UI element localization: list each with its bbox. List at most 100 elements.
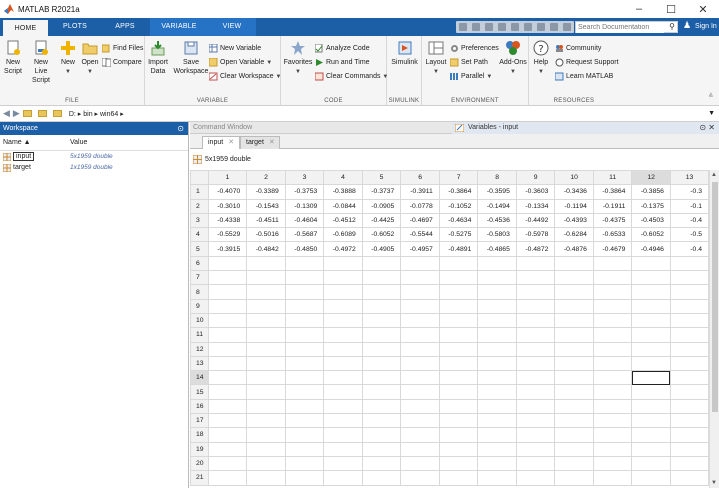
grid-cell[interactable] [400,298,440,314]
grid-cell[interactable] [361,427,402,443]
grid-cell[interactable] [361,284,402,300]
grid-cell[interactable] [554,427,594,443]
name-column-header[interactable]: Name ▲ [0,139,70,146]
row-header[interactable]: 21 [190,470,209,486]
row-header[interactable]: 4 [190,227,209,243]
clear-workspace-button[interactable]: Clear Workspace ▼ [209,72,281,81]
grid-cell[interactable] [246,284,286,300]
grid-cell[interactable] [515,270,556,286]
grid-cell[interactable] [207,284,248,300]
grid-cell[interactable] [554,284,594,300]
grid-cell[interactable] [477,441,517,457]
grid-cell[interactable] [669,312,709,329]
column-header[interactable]: 6 [400,170,440,186]
grid-cell[interactable] [400,384,440,400]
grid-cell[interactable] [246,413,286,429]
grid-cell[interactable] [400,370,440,386]
grid-cell[interactable] [361,298,402,314]
grid-cell[interactable] [361,455,402,472]
grid-cell[interactable] [400,270,440,286]
grid-cell[interactable]: -0.4604 [284,212,325,229]
grid-cell[interactable]: -0.3864 [592,184,633,200]
grid-cell[interactable] [631,455,671,472]
grid-cell[interactable] [323,255,363,272]
find-files-button[interactable]: Find Files [102,44,143,53]
new-variable-button[interactable]: New Variable [209,44,261,53]
grid-cell[interactable] [515,312,556,329]
grid-cell[interactable]: -0.5016 [246,227,286,243]
row-header[interactable]: 17 [190,413,209,429]
grid-cell[interactable] [669,398,709,415]
grid-cell[interactable] [323,470,363,486]
row-header[interactable]: 16 [190,398,209,415]
grid-cell[interactable]: -0.5 [669,227,709,243]
grid-cell[interactable]: -0.0844 [323,198,363,214]
grid-cell[interactable] [284,427,325,443]
column-header[interactable]: 10 [554,170,594,186]
column-header[interactable]: 12 [631,170,671,186]
grid-cell[interactable] [631,441,671,457]
grid-cell[interactable] [631,355,671,372]
grid-cell[interactable]: -0.4 [669,212,709,229]
close-tab-icon[interactable]: ✕ [269,139,275,146]
grid-cell[interactable] [246,427,286,443]
grid-cell[interactable]: -0.0778 [400,198,440,214]
grid-cell[interactable]: -0.6052 [361,227,402,243]
grid-cell[interactable]: -0.3 [669,184,709,200]
grid-cell[interactable] [669,327,709,343]
grid-cell[interactable] [592,455,633,472]
cut-icon[interactable] [471,23,480,31]
grid-cell[interactable] [592,370,633,386]
grid-cell[interactable] [207,398,248,415]
grid-cell[interactable] [631,298,671,314]
set-path-button[interactable]: Set Path [450,58,488,67]
grid-cell[interactable] [477,370,517,386]
grid-cell[interactable] [438,455,479,472]
close-tab-icon[interactable]: ✕ [228,139,234,146]
grid-cell[interactable] [515,370,556,386]
redo-icon[interactable] [524,23,533,31]
grid-cell[interactable] [284,255,325,272]
grid-cell[interactable] [284,298,325,314]
grid-cell[interactable] [515,284,556,300]
grid-cell[interactable]: -0.4865 [477,241,517,257]
grid-cell[interactable] [246,470,286,486]
grid-cell[interactable] [631,413,671,429]
grid-cell[interactable] [284,284,325,300]
grid-cell[interactable] [477,255,517,272]
grid-cell[interactable] [284,398,325,415]
grid-cell[interactable] [361,312,402,329]
grid-cell[interactable] [207,255,248,272]
grid-cell[interactable]: -0.5275 [438,227,479,243]
grid-cell[interactable] [438,355,479,372]
compare-button[interactable]: Compare [102,58,142,67]
row-header[interactable]: 9 [190,298,209,314]
grid-cell[interactable] [438,312,479,329]
grid-cell[interactable] [592,470,633,486]
grid-cell[interactable] [669,255,709,272]
grid-cell[interactable] [284,327,325,343]
doc-tab-target[interactable]: target ✕ [240,136,280,149]
row-header[interactable]: 8 [190,284,209,300]
column-header[interactable]: 2 [246,170,286,186]
grid-cell[interactable]: -0.5544 [400,227,440,243]
grid-cell[interactable] [284,413,325,429]
value-column-header[interactable]: Value [70,139,87,146]
grid-cell[interactable] [515,355,556,372]
help-icon[interactable] [550,23,559,31]
grid-cell[interactable] [669,370,709,386]
row-header[interactable]: 13 [190,355,209,372]
grid-cell[interactable] [323,284,363,300]
grid-cell[interactable] [631,384,671,400]
grid-cell[interactable] [438,370,479,386]
current-folder-path[interactable]: D: ▸ bin ▸ win64 ▸ [69,110,124,118]
column-header[interactable]: 8 [477,170,517,186]
row-header[interactable]: 7 [190,270,209,286]
new-script-button[interactable]: New Script [2,40,24,76]
grid-cell[interactable] [554,470,594,486]
tab-apps[interactable]: APPS [102,18,148,36]
grid-cell[interactable]: -0.4972 [323,241,363,257]
scroll-up-icon[interactable]: ▲ [711,172,717,178]
grid-cell[interactable] [361,470,402,486]
grid-cell[interactable]: -0.1334 [515,198,556,214]
